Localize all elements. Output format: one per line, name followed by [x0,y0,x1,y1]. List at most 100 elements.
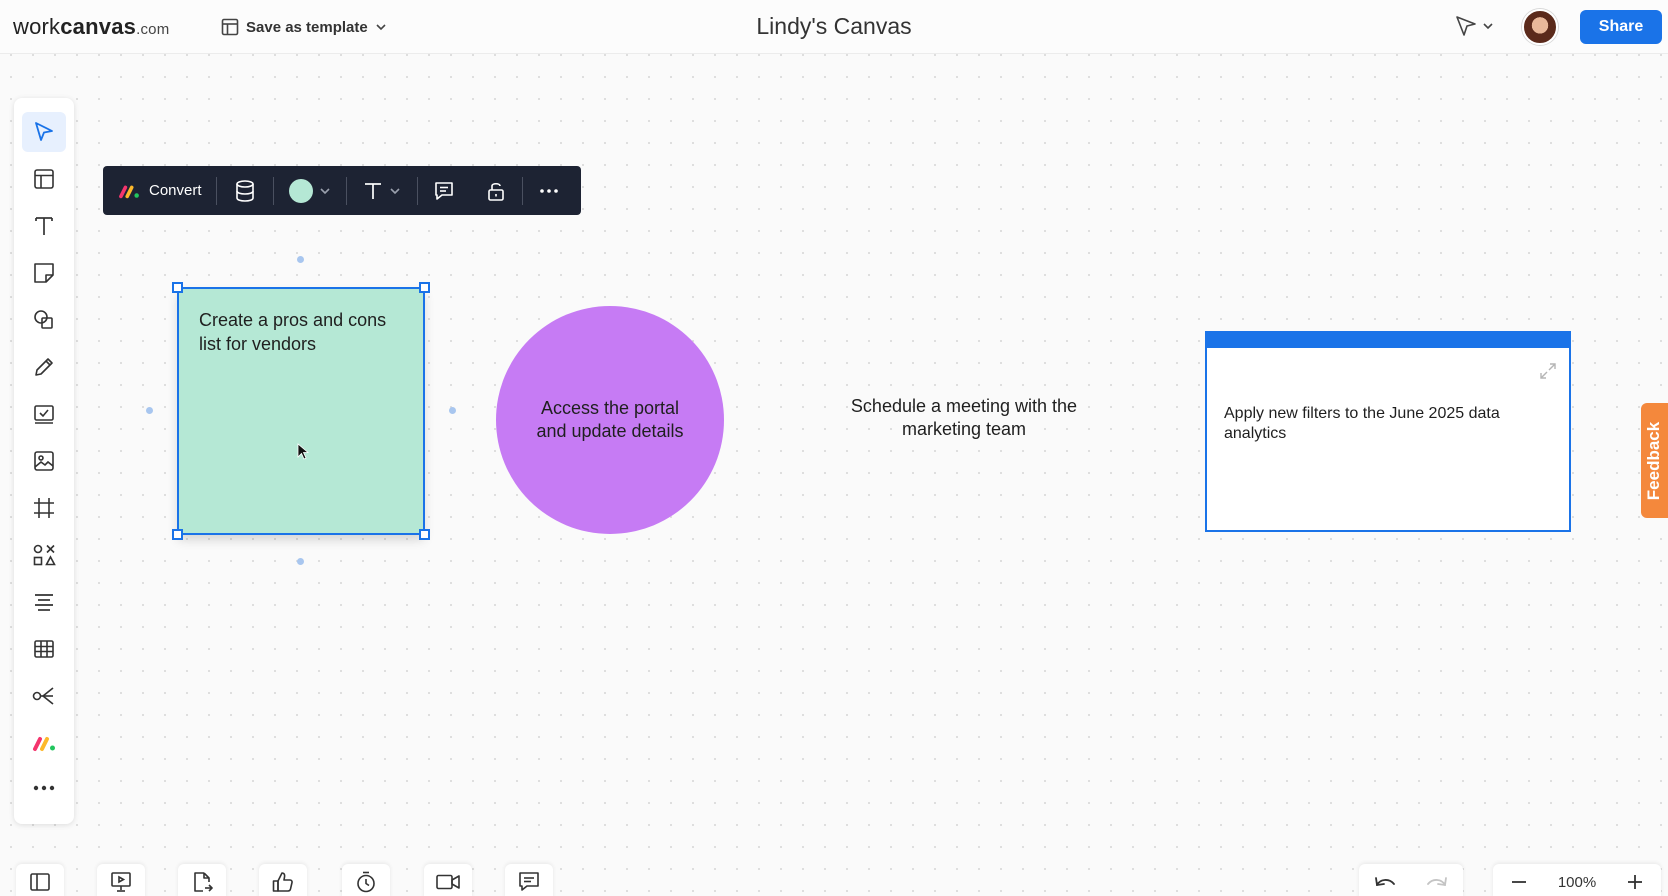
expand-icon[interactable] [1539,362,1557,380]
select-tool[interactable] [22,112,66,152]
toggle-panel-button[interactable] [16,864,64,896]
feedback-label: Feedback [1644,421,1664,500]
template-icon [32,167,56,191]
pointer-icon [1454,14,1478,38]
timer-button[interactable] [342,864,390,896]
timer-icon [354,870,378,894]
logo-text-com: .com [136,21,170,38]
undo-icon [1372,873,1398,891]
zoom-in-button[interactable] [1609,864,1661,896]
lock-button[interactable] [470,166,522,215]
connectors-tool[interactable] [22,676,66,716]
shapes-tool[interactable] [22,300,66,340]
checkbox-icon [32,402,56,426]
symbols-tool[interactable] [22,535,66,575]
monday-icon [31,733,57,753]
zoom-in-icon [1626,873,1644,891]
frame-icon [32,496,56,520]
export-icon [191,870,213,894]
resize-handle-top-left[interactable] [172,282,183,293]
more-icon [32,784,56,792]
table-tool[interactable] [22,629,66,669]
more-options-button[interactable] [523,166,575,215]
task-card-text[interactable]: Apply new filters to the June 2025 data … [1224,404,1524,444]
presenter-pointer-button[interactable] [1454,14,1494,38]
comment-icon [517,870,541,894]
feedback-tab[interactable]: Feedback [1641,403,1668,518]
chevron-down-icon [375,21,387,33]
pen-icon [32,355,56,379]
text-icon [32,214,56,238]
text-icon [363,181,383,201]
save-as-template-button[interactable]: Save as template [221,14,387,40]
share-button[interactable]: Share [1580,10,1662,44]
zoom-controls: 100% [1493,864,1661,896]
resize-handle-top-right[interactable] [419,282,430,293]
canvas-title[interactable]: Lindy's Canvas [756,13,911,39]
more-icon [539,188,559,194]
video-icon [435,872,461,892]
circle-shape-text[interactable]: Access the portal and update details [525,397,695,443]
task-card[interactable]: Apply new filters to the June 2025 data … [1205,331,1571,532]
comment-button[interactable] [418,166,470,215]
card-accent-bar [1207,333,1569,348]
top-header: workcanvas.com Save as template Lindy's … [0,0,1668,54]
templates-tool[interactable] [22,159,66,199]
export-button[interactable] [178,864,226,896]
pen-tool[interactable] [22,347,66,387]
logo-text-work: work [13,14,61,39]
sticky-note-tool[interactable] [22,253,66,293]
save-as-template-label: Save as template [246,18,368,36]
video-call-button[interactable] [424,864,472,896]
zoom-level[interactable]: 100% [1545,874,1609,891]
align-icon [32,590,56,614]
fill-color-picker[interactable] [274,166,346,215]
shapes-icon [32,308,56,332]
align-tool[interactable] [22,582,66,622]
left-toolbar [14,98,74,824]
chevron-down-icon [319,185,331,197]
checklist-tool[interactable] [22,394,66,434]
reactions-button[interactable] [259,864,307,896]
resize-handle-bottom-right[interactable] [419,529,430,540]
convert-button[interactable]: Convert [103,166,216,215]
undo-button[interactable] [1359,864,1411,896]
connector-dot-bottom[interactable] [297,558,304,565]
presentation-button[interactable] [97,864,145,896]
panel-icon [29,872,51,892]
frame-tool[interactable] [22,488,66,528]
image-tool[interactable] [22,441,66,481]
zoom-out-button[interactable] [1493,864,1545,896]
data-button[interactable] [217,166,273,215]
chevron-down-icon [1482,20,1494,32]
convert-label: Convert [149,182,202,199]
history-controls [1359,864,1463,896]
resize-handle-bottom-left[interactable] [172,529,183,540]
monday-integration-tool[interactable] [22,723,66,763]
monday-icon [117,182,141,200]
database-icon [234,179,256,203]
sticky-note[interactable]: Create a pros and cons list for vendors [178,288,424,534]
text-tool[interactable] [22,206,66,246]
text-block[interactable]: Schedule a meeting with the marketing te… [822,395,1106,441]
circle-shape[interactable]: Access the portal and update details [496,306,724,534]
template-icon [221,18,239,36]
image-icon [32,449,56,473]
chat-button[interactable] [505,864,553,896]
connector-dot-right[interactable] [449,407,456,414]
workcanvas-logo[interactable]: workcanvas.com [13,14,169,40]
redo-button[interactable] [1411,864,1463,896]
connector-dot-top[interactable] [297,256,304,263]
redo-icon [1424,873,1450,891]
share-nodes-icon [31,684,57,708]
context-toolbar: Convert [103,166,581,215]
more-tools-button[interactable] [22,768,66,808]
mouse-cursor-icon [297,443,309,461]
user-avatar[interactable] [1522,9,1558,45]
unlock-icon [486,180,506,202]
text-format-button[interactable] [347,166,417,215]
connector-dot-left[interactable] [146,407,153,414]
select-icon [32,120,56,144]
sticky-note-text[interactable]: Create a pros and cons list for vendors [199,308,399,356]
zoom-out-icon [1510,873,1528,891]
